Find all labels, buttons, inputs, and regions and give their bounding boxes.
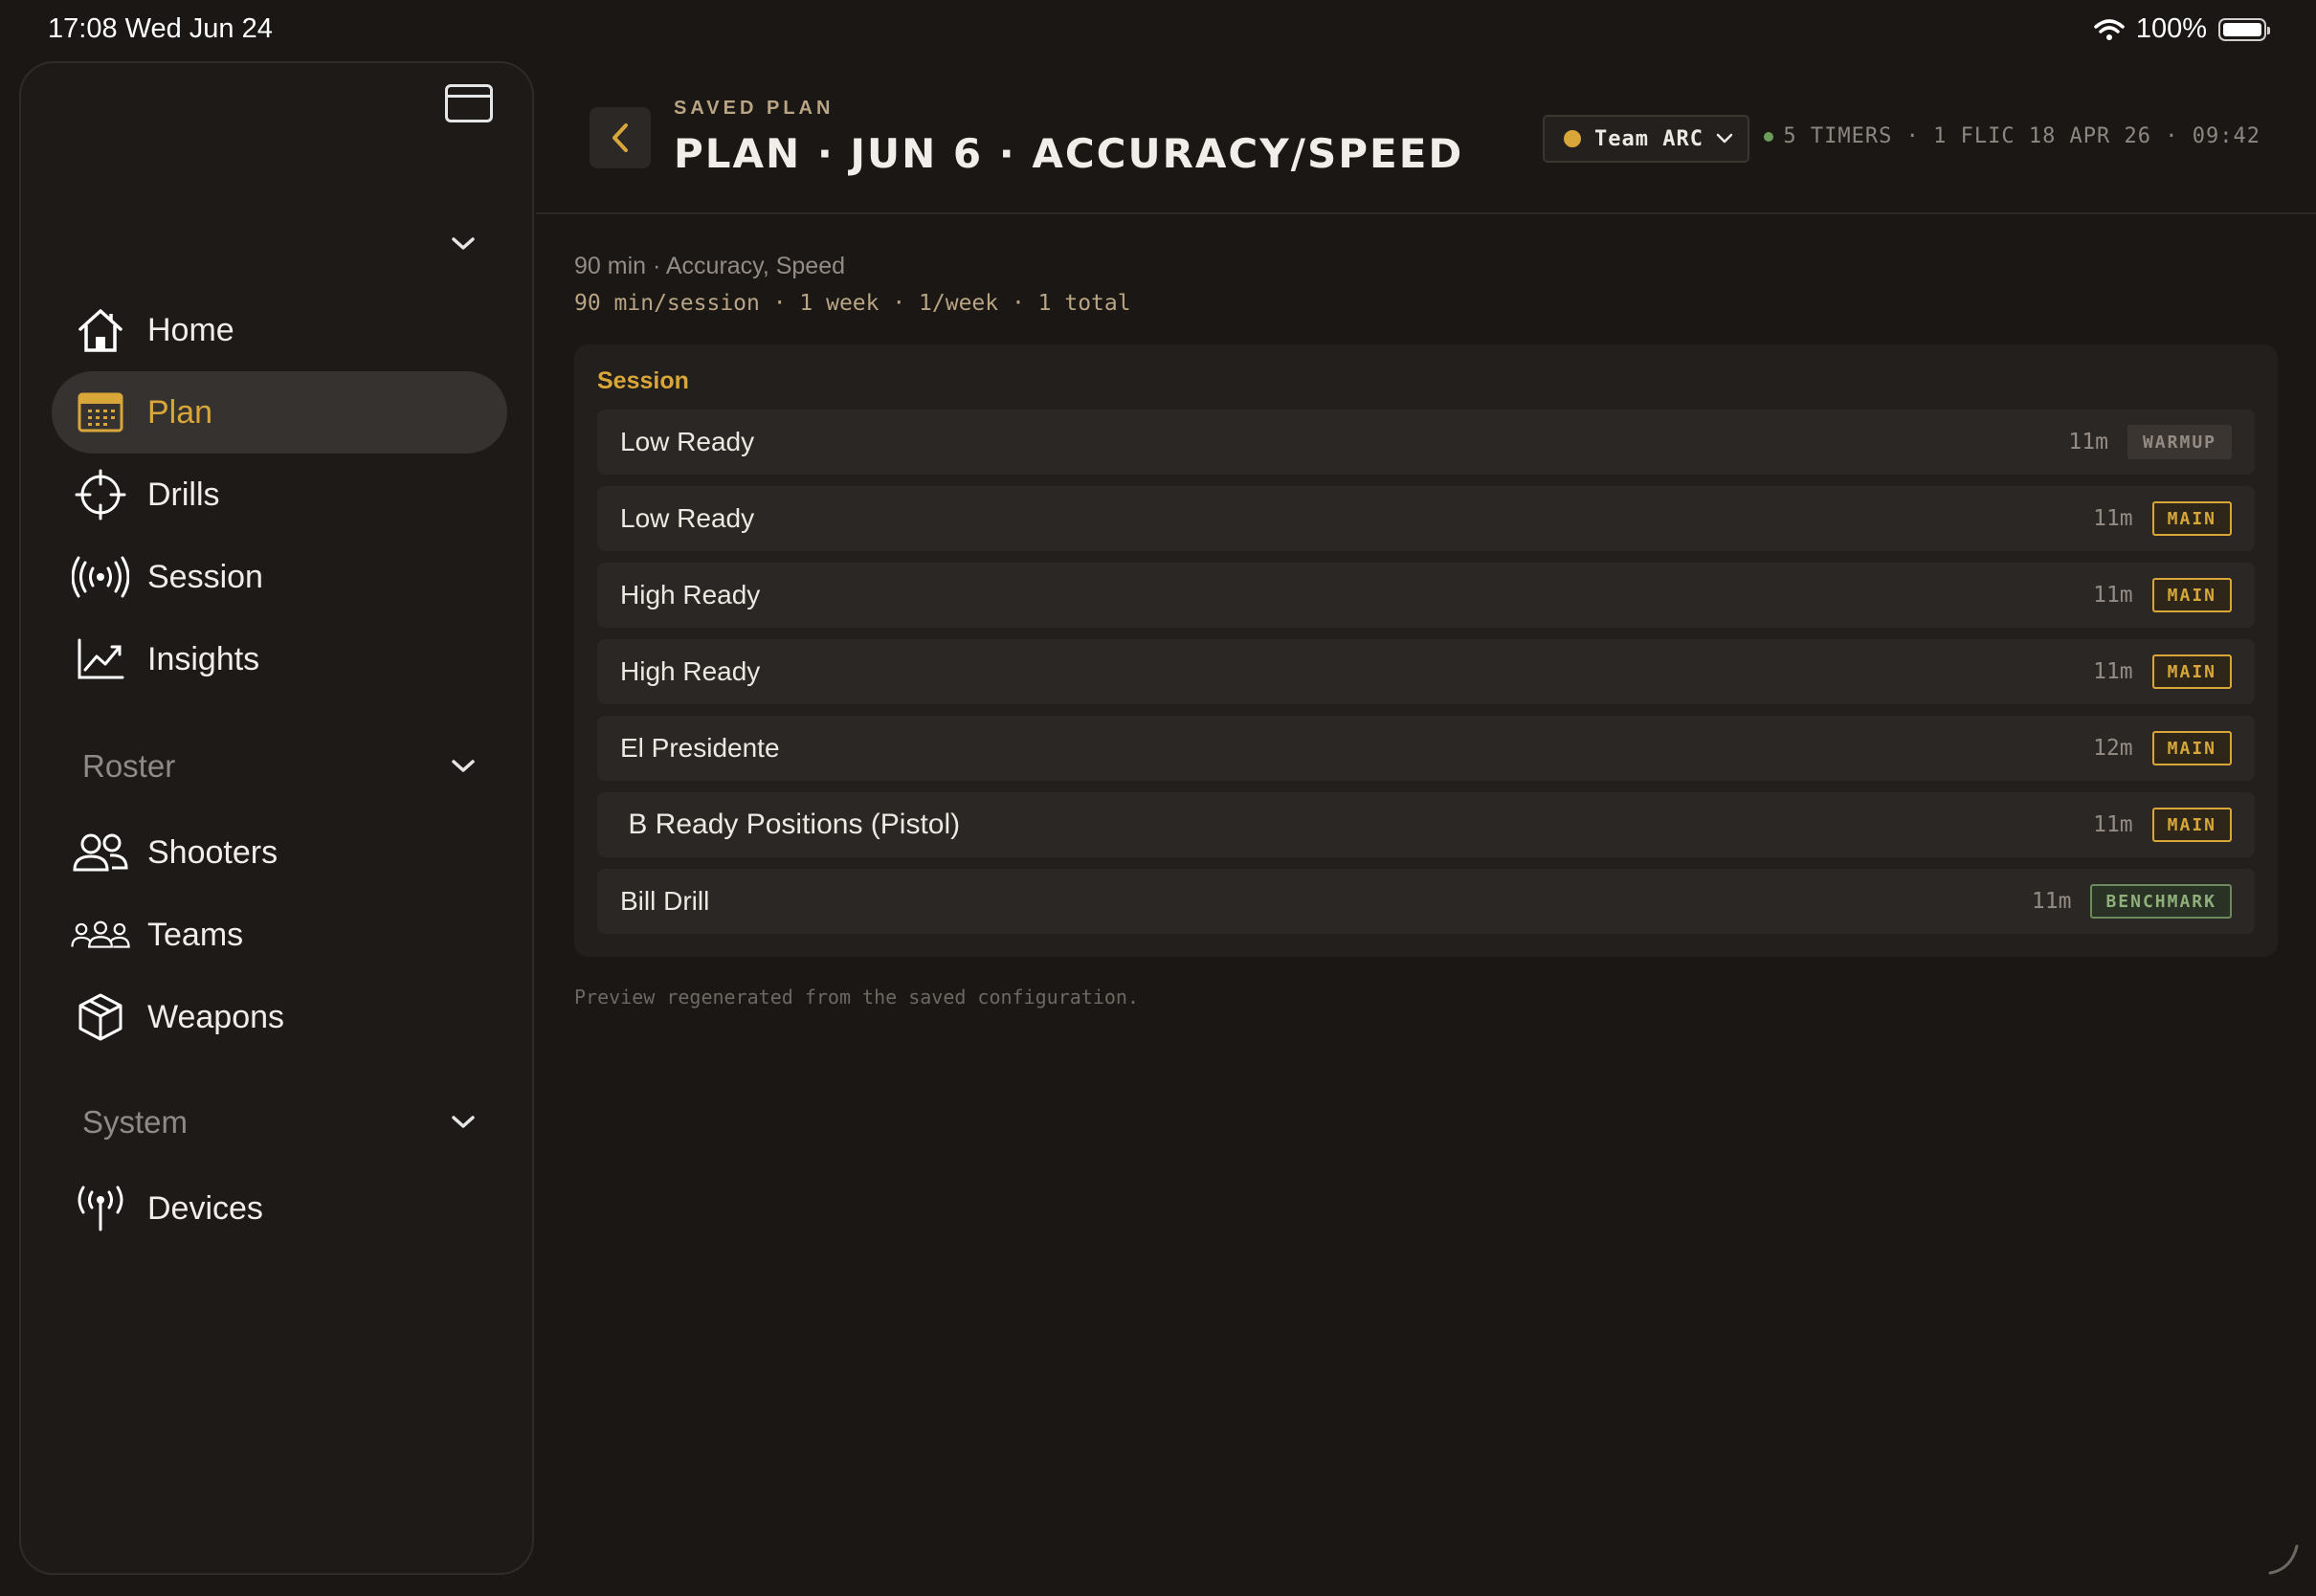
- drill-badge: BENCHMARK: [2090, 884, 2232, 919]
- sidebar-toggle-icon[interactable]: [445, 84, 493, 122]
- drill-duration: 11m: [2031, 889, 2072, 914]
- device-status: 5 TIMERS · 1 FLIC 18 APR 26 · 09:42: [1764, 124, 2260, 148]
- battery-icon: [2218, 17, 2270, 41]
- drill-name: High Ready: [620, 656, 761, 686]
- drill-name: B Ready Positions (Pistol): [620, 809, 961, 840]
- sidebar-item-label: Insights: [147, 640, 260, 677]
- preview-footnote: Preview regenerated from the saved confi…: [574, 986, 1140, 1009]
- drill-row[interactable]: High Ready 11m MAIN: [597, 639, 2255, 704]
- chevron-left-icon: [612, 123, 628, 152]
- drill-row[interactable]: Bill Drill 11m BENCHMARK: [597, 869, 2255, 934]
- sidebar: Home Plan Drills Session Insights Roster…: [19, 61, 534, 1575]
- wifi-icon: [2094, 18, 2125, 40]
- drill-duration: 11m: [2093, 812, 2133, 837]
- sidebar-item-label: Devices: [147, 1189, 263, 1227]
- sidebar-item-plan[interactable]: Plan: [52, 371, 507, 454]
- drill-duration: 11m: [2093, 659, 2133, 684]
- sidebar-item-weapons[interactable]: Weapons: [52, 976, 507, 1058]
- connection-dot: [1764, 131, 1774, 142]
- drill-row[interactable]: B Ready Positions (Pistol) 11m MAIN: [597, 792, 2255, 857]
- drill-duration: 12m: [2093, 736, 2133, 761]
- team-color-dot: [1564, 130, 1581, 147]
- chevron-down-icon: [1716, 133, 1733, 144]
- sidebar-item-home[interactable]: Home: [52, 289, 507, 371]
- chevron-down-icon[interactable]: [449, 752, 478, 781]
- drill-duration: 11m: [2093, 583, 2133, 608]
- drill-badge: WARMUP: [2127, 425, 2232, 459]
- sidebar-item-label: Weapons: [147, 998, 285, 1035]
- drill-row[interactable]: El Presidente 12m MAIN: [597, 716, 2255, 781]
- chart-icon: [71, 630, 130, 689]
- sidebar-item-session[interactable]: Session: [52, 536, 507, 618]
- drill-row[interactable]: Low Ready 11m MAIN: [597, 486, 2255, 551]
- drill-badge: MAIN: [2151, 808, 2232, 842]
- status-right: 100%: [2094, 13, 2270, 45]
- plan-summary: 90 min · Accuracy, Speed: [574, 253, 846, 279]
- drill-name: Bill Drill: [620, 886, 710, 916]
- drill-name: Low Ready: [620, 503, 755, 533]
- page-title: PLAN · JUN 6 · ACCURACY/SPEED: [674, 130, 1464, 177]
- antenna-icon: [71, 1179, 130, 1238]
- drill-row[interactable]: High Ready 11m MAIN: [597, 563, 2255, 628]
- status-bar: 17:08 Wed Jun 24 100%: [0, 0, 2316, 61]
- drill-name: High Ready: [620, 580, 761, 610]
- sidebar-item-label: Session: [147, 558, 263, 595]
- system-section-label: System: [82, 1104, 189, 1140]
- team-icon: [71, 905, 130, 964]
- home-icon: [71, 300, 130, 360]
- sidebar-item-devices[interactable]: Devices: [52, 1167, 507, 1250]
- drill-badge: MAIN: [2151, 501, 2232, 536]
- drill-name: El Presidente: [620, 733, 780, 763]
- device-status-text: 5 TIMERS · 1 FLIC 18 APR 26 · 09:42: [1783, 124, 2260, 148]
- drill-row[interactable]: Low Ready 11m WARMUP: [597, 410, 2255, 475]
- back-button[interactable]: [590, 107, 651, 168]
- sidebar-item-label: Drills: [147, 476, 220, 513]
- chevron-down-icon[interactable]: [449, 1108, 478, 1137]
- calendar-icon: [71, 383, 130, 442]
- sidebar-item-shooters[interactable]: Shooters: [52, 811, 507, 894]
- team-selector-label: Team ARC: [1594, 126, 1704, 151]
- sidebar-item-label: Shooters: [147, 833, 278, 871]
- sidebar-item-insights[interactable]: Insights: [52, 618, 507, 700]
- drill-badge: MAIN: [2151, 654, 2232, 689]
- plan-schedule: 90 min/session · 1 week · 1/week · 1 tot…: [574, 291, 1131, 316]
- battery-percent: 100%: [2135, 13, 2207, 44]
- sidebar-item-drills[interactable]: Drills: [52, 454, 507, 536]
- resize-handle-icon[interactable]: [2266, 1542, 2301, 1577]
- drill-name: Low Ready: [620, 427, 755, 456]
- session-card: Session Low Ready 11m WARMUP Low Ready 1…: [574, 344, 2278, 957]
- team-selector[interactable]: Team ARC: [1543, 115, 1749, 163]
- crosshair-icon: [71, 465, 130, 524]
- drill-duration: 11m: [2068, 430, 2108, 454]
- drill-badge: MAIN: [2151, 578, 2232, 612]
- sidebar-item-teams[interactable]: Teams: [52, 894, 507, 976]
- session-card-title: Session: [597, 367, 689, 394]
- sidebar-item-label: Teams: [147, 916, 244, 953]
- sidebar-item-label: Plan: [147, 393, 213, 431]
- box-icon: [71, 987, 130, 1047]
- chevron-down-icon[interactable]: [449, 230, 478, 258]
- sidebar-item-label: Home: [147, 311, 234, 348]
- page-eyebrow: SAVED PLAN: [674, 98, 835, 119]
- drill-duration: 11m: [2093, 506, 2133, 531]
- drill-badge: MAIN: [2151, 731, 2232, 765]
- broadcast-icon: [71, 547, 130, 607]
- users-icon: [71, 823, 130, 882]
- status-time: 17:08 Wed Jun 24: [48, 13, 273, 44]
- roster-section-label: Roster: [82, 748, 176, 784]
- page-header: SAVED PLAN PLAN · JUN 6 · ACCURACY/SPEED…: [536, 61, 2316, 214]
